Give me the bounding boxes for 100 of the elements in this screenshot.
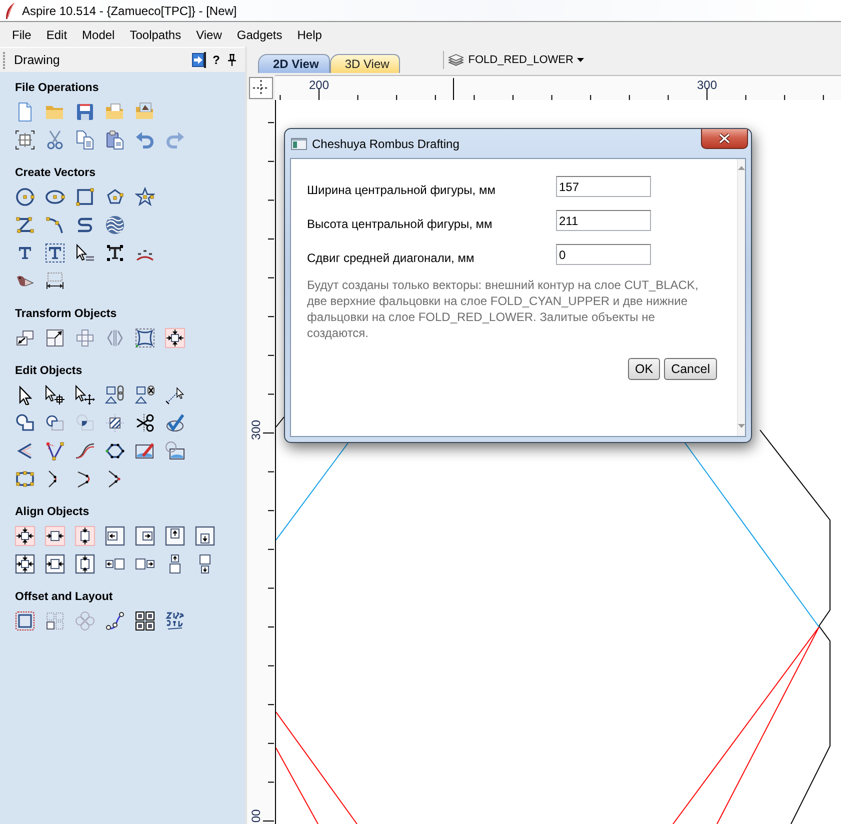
- center-arrows-square-icon[interactable]: [15, 526, 35, 546]
- ruler-label: 300: [250, 420, 263, 440]
- circle-picture-icon[interactable]: [165, 441, 185, 461]
- bottom-align-square-icon[interactable]: [195, 526, 215, 546]
- view-tab[interactable]: 2D View: [258, 54, 330, 73]
- selection-frame-icon[interactable]: [15, 130, 35, 150]
- curve-nodes-icon[interactable]: [105, 611, 125, 631]
- feather-icon: [5, 2, 15, 18]
- window-title: Aspire 10.514 - {Zamueco[TPC]} - [New]: [22, 4, 237, 18]
- menu-item[interactable]: Model: [74, 28, 122, 42]
- squiggle-pattern-icon[interactable]: [165, 611, 185, 631]
- framed-vertical-square-icon[interactable]: [75, 554, 95, 574]
- check-ellipse-icon[interactable]: [165, 413, 185, 433]
- menu-item[interactable]: Help: [290, 28, 330, 42]
- pointer-line-icon[interactable]: [165, 385, 185, 405]
- ok-button[interactable]: OK: [628, 358, 660, 380]
- section-heading: File Operations: [15, 81, 100, 96]
- layer-dropdown[interactable]: FOLD_RED_LOWER: [448, 53, 586, 67]
- arrow-into-box-icon[interactable]: [192, 52, 206, 68]
- copy-icon[interactable]: [75, 130, 95, 150]
- ellipse-icon[interactable]: [45, 187, 65, 207]
- circle-square-icon[interactable]: [45, 413, 65, 433]
- section-heading: Transform Objects: [15, 307, 118, 322]
- merged-shapes-icon[interactable]: [15, 413, 35, 433]
- dashed-grid-icon[interactable]: [45, 611, 65, 631]
- framed-center-square-icon[interactable]: [15, 554, 35, 574]
- pointer-node-icon[interactable]: [45, 385, 65, 405]
- center-square-icon[interactable]: [165, 328, 185, 348]
- zigzag-line-icon[interactable]: [15, 215, 35, 235]
- scissors-icon[interactable]: [45, 130, 65, 150]
- left-align-square-icon[interactable]: [105, 526, 125, 546]
- scroll-up-icon[interactable]: [738, 166, 745, 170]
- crosshair-icon[interactable]: [249, 76, 273, 98]
- s-curve-icon[interactable]: [75, 215, 95, 235]
- field-label: Сдвиг средней диагонали, мм: [307, 250, 476, 264]
- dialog-title: Cheshuya Rombus Drafting: [312, 136, 460, 150]
- tile-grid-icon[interactable]: [135, 611, 155, 631]
- dimension-icon[interactable]: [45, 271, 65, 291]
- caret-icon: [577, 58, 584, 62]
- vertical-arrows-square-icon[interactable]: [75, 526, 95, 546]
- field-label: Ширина центральной фигуры, мм: [307, 182, 496, 196]
- view-tab[interactable]: 3D View: [330, 54, 400, 73]
- section-heading: Create Vectors: [15, 166, 97, 181]
- text-frame-icon[interactable]: [45, 243, 65, 263]
- pencil-picture-icon[interactable]: [135, 441, 155, 461]
- close-icon: [718, 133, 731, 144]
- right-align-square-icon[interactable]: [135, 526, 155, 546]
- menu-item[interactable]: Gadgets: [229, 28, 290, 42]
- scrollbar[interactable]: [737, 159, 745, 436]
- help-button[interactable]: ?: [212, 53, 220, 67]
- pointer-lines-icon[interactable]: [75, 243, 95, 263]
- faded-circle-square-icon[interactable]: [75, 413, 95, 433]
- framed-horizontal-square-icon[interactable]: [45, 554, 65, 574]
- circle-icon[interactable]: [15, 187, 35, 207]
- pin-icon[interactable]: [228, 54, 236, 66]
- ruler-label: 200: [308, 79, 330, 92]
- ruler-label: 00: [250, 809, 263, 823]
- rectangle-icon[interactable]: [75, 187, 95, 207]
- menu-item[interactable]: View: [188, 28, 230, 42]
- section-heading: Align Objects: [15, 505, 90, 520]
- pointer-move-icon[interactable]: [75, 385, 95, 405]
- input-field[interactable]: 157: [556, 176, 651, 197]
- rounded-square-nodes-icon[interactable]: [15, 469, 35, 489]
- window-icon: [291, 138, 307, 150]
- menu-item[interactable]: Edit: [38, 28, 75, 42]
- curve-lines-icon[interactable]: [75, 441, 95, 461]
- ruler-label: 300: [696, 79, 718, 92]
- section-heading: Offset and Layout: [15, 590, 114, 605]
- section-heading: Edit Objects: [15, 364, 84, 379]
- scissors-path-icon[interactable]: [135, 413, 155, 433]
- square-triangle-cross-icon[interactable]: [135, 385, 155, 405]
- star-icon[interactable]: [135, 187, 155, 207]
- horizontal-arrows-square-icon[interactable]: [45, 526, 65, 546]
- text-box-icon[interactable]: [105, 243, 125, 263]
- field-label: Высота центральной фигуры, мм: [307, 216, 494, 230]
- close-button[interactable]: [701, 129, 748, 149]
- arc-icon[interactable]: [45, 215, 65, 235]
- squares-arrow-icon[interactable]: [15, 328, 35, 348]
- input-field[interactable]: 211: [556, 210, 651, 231]
- v-shape-nodes-icon[interactable]: [45, 441, 65, 461]
- dashed-offset-square-icon[interactable]: [15, 611, 35, 631]
- note-text: Будут созданы только векторы: внешний контур на слое CUT_BLACK, две верхние фальцовки на слое FOLD_CYAN_UPPER и две нижние фальцовки на слое FOLD_RED_LOWER. Залитые объекты не создаются.: [307, 277, 700, 341]
- wave-circle-icon[interactable]: [105, 215, 125, 235]
- distort-square-icon[interactable]: [135, 328, 155, 348]
- square-triangle-chain-icon[interactable]: [105, 385, 125, 405]
- menu-item[interactable]: Toolpaths: [122, 28, 189, 42]
- pentagon-icon[interactable]: [105, 187, 125, 207]
- cross-squares-icon[interactable]: [75, 328, 95, 348]
- paste-icon[interactable]: [105, 130, 125, 150]
- undo-icon[interactable]: [135, 130, 155, 150]
- scroll-down-icon[interactable]: [738, 424, 745, 428]
- cancel-button[interactable]: Cancel: [664, 358, 717, 380]
- input-field[interactable]: 0: [556, 244, 651, 265]
- panel-title: Drawing: [14, 53, 60, 67]
- top-align-square-icon[interactable]: [165, 526, 185, 546]
- hatched-square-icon[interactable]: [105, 413, 125, 433]
- closed-path-nodes-icon[interactable]: [105, 441, 125, 461]
- folder-picture-icon[interactable]: [135, 102, 155, 122]
- layers-icon: [448, 53, 464, 67]
- menu-item[interactable]: File: [4, 28, 39, 42]
